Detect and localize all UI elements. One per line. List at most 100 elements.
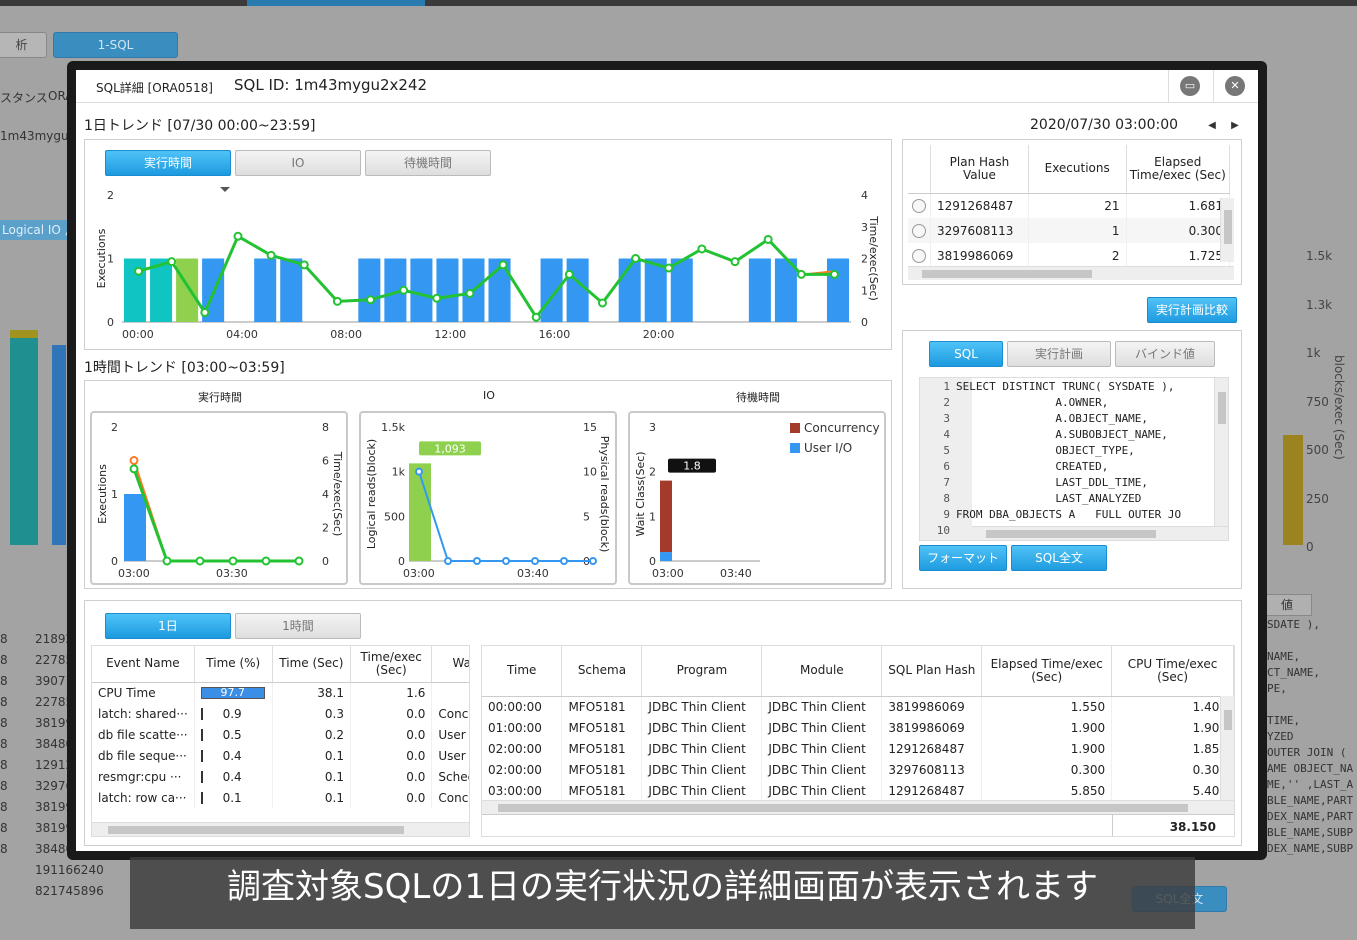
sql-detail-modal: SQL詳細 [ORA0518] SQL ID: 1m43mygu2x242 ▭ … bbox=[67, 61, 1267, 860]
background-tab-sql[interactable]: 1-SQL bbox=[53, 32, 178, 58]
plan-hash-cell: 3297608113 bbox=[881, 759, 983, 780]
y2-tick-label: 8 bbox=[322, 421, 329, 434]
y2-tick-label: 3 bbox=[861, 221, 868, 234]
table-row[interactable]: db file scatte··· 0.5 0.2 0.0 User bbox=[92, 724, 469, 745]
line-point bbox=[697, 244, 707, 254]
line-point bbox=[299, 260, 309, 270]
time-pct-cell: 0.1 bbox=[194, 787, 273, 808]
exec-table-hscroll[interactable] bbox=[482, 800, 1234, 814]
next-arrow-icon[interactable]: ▶ bbox=[1227, 118, 1243, 134]
tab-one-day[interactable]: 1日 bbox=[105, 613, 231, 639]
table-row[interactable]: 02:00:00 MFO5181 JDBC Thin Client JDBC T… bbox=[482, 738, 1234, 759]
x-tick-label: 03:00 bbox=[118, 567, 150, 580]
time-exec-cell: 1.6 bbox=[350, 682, 433, 703]
compare-plans-button[interactable]: 実行計画比較 bbox=[1147, 297, 1237, 323]
line-point bbox=[498, 260, 508, 270]
legend-swatch bbox=[790, 423, 800, 433]
radio-button[interactable] bbox=[908, 218, 931, 243]
table-row[interactable]: 3297608113 1 0.300 bbox=[908, 218, 1230, 243]
exec-table-vscroll[interactable] bbox=[1220, 696, 1234, 800]
sql-code: 1 SELECT DISTINCT TRUNC( SYSDATE ), 2 A.O… bbox=[936, 380, 1182, 537]
table-row[interactable]: latch: row ca··· 0.1 0.1 0.0 Concu bbox=[92, 787, 469, 808]
tab-exec-plan[interactable]: 実行計画 bbox=[1007, 341, 1111, 367]
sql-hscroll[interactable] bbox=[972, 526, 1228, 540]
event-table-hscroll[interactable] bbox=[92, 822, 469, 836]
cpu-cell: 1.400 bbox=[1111, 696, 1234, 717]
hourly-trend-panel: 実行時間 IO 待機時間 0 1 2 0 2 4 6 8 03:00 03:30 Execution… bbox=[84, 380, 892, 589]
cpu-cell: 1.850 bbox=[1111, 738, 1234, 759]
time-pct-cell: 0.4 bbox=[194, 766, 273, 787]
x-tick-label: 03:00 bbox=[403, 567, 435, 580]
background-axis-tick: 1k bbox=[1306, 346, 1321, 360]
table-row[interactable]: 3819986069 2 1.725 bbox=[908, 243, 1230, 268]
format-button[interactable]: フォーマット bbox=[919, 545, 1007, 571]
chart-bar bbox=[410, 258, 433, 322]
table-row[interactable]: 00:00:00 MFO5181 JDBC Thin Client JDBC T… bbox=[482, 696, 1234, 717]
y-tick-label: 1 bbox=[107, 253, 114, 266]
restore-icon[interactable]: ▭ bbox=[1180, 76, 1200, 96]
tab-sql[interactable]: SQL bbox=[929, 341, 1003, 367]
tab-one-hour[interactable]: 1時間 bbox=[235, 613, 361, 639]
elapsed-cell: 0.300 bbox=[1126, 218, 1230, 243]
x-tick-label: 16:00 bbox=[539, 328, 571, 341]
radio-button[interactable] bbox=[908, 243, 931, 268]
tab-exec-time[interactable]: 実行時間 bbox=[105, 150, 231, 176]
modal-body: SQL詳細 [ORA0518] SQL ID: 1m43mygu2x242 ▭ … bbox=[76, 70, 1258, 851]
legend-label: User I/O bbox=[804, 441, 852, 455]
elapsed-cell: 5.850 bbox=[981, 780, 1113, 801]
plan-table-vscroll[interactable] bbox=[1220, 198, 1234, 262]
table-row[interactable]: CPU Time 97.7 38.1 1.6 bbox=[92, 682, 469, 703]
x-tick-label: 04:00 bbox=[226, 328, 258, 341]
table-row[interactable]: latch: shared··· 0.9 0.3 0.0 Concu bbox=[92, 703, 469, 724]
exec-table-container: Time Schema Program Module SQL Plan Hash… bbox=[481, 645, 1235, 837]
table-row[interactable]: db file seque··· 0.4 0.1 0.0 User bbox=[92, 745, 469, 766]
col-wait-class: Wa bbox=[431, 646, 469, 683]
chart-bar-user-io bbox=[660, 552, 672, 561]
prev-arrow-icon[interactable]: ◀ bbox=[1204, 118, 1220, 134]
sql-vscroll[interactable] bbox=[1214, 378, 1228, 526]
col-executions: Executions bbox=[1028, 145, 1127, 194]
y-tick-label: 3 bbox=[649, 421, 656, 434]
y2-tick-label: 2 bbox=[861, 253, 868, 266]
table-row[interactable]: resmgr:cpu ··· 0.4 0.1 0.0 Schec bbox=[92, 766, 469, 787]
time-pct-bar: 97.7 bbox=[200, 687, 265, 700]
time-exec-cell: 0.0 bbox=[350, 787, 433, 808]
col-schema: Schema bbox=[561, 646, 643, 697]
table-row[interactable]: 03:00:00 MFO5181 JDBC Thin Client JDBC T… bbox=[482, 780, 1234, 801]
plan-hash-cell: 1291268487 bbox=[881, 780, 983, 801]
chart-bar-concurrency bbox=[660, 480, 672, 553]
schema-cell: MFO5181 bbox=[561, 696, 643, 717]
line-point bbox=[444, 557, 452, 565]
sql-code-editor[interactable]: 1 SELECT DISTINCT TRUNC( SYSDATE ), 2 A.O… bbox=[919, 377, 1229, 541]
table-row[interactable]: 01:00:00 MFO5181 JDBC Thin Client JDBC T… bbox=[482, 717, 1234, 738]
table-row[interactable]: 02:00:00 MFO5181 JDBC Thin Client JDBC T… bbox=[482, 759, 1234, 780]
line-point bbox=[730, 257, 740, 267]
series-line-green bbox=[138, 234, 835, 320]
y-tick-label: 2 bbox=[107, 189, 114, 202]
sql-full-text-button[interactable]: SQL全文 bbox=[1011, 545, 1107, 571]
background-axis-tick: 1.5k bbox=[1306, 249, 1333, 263]
radio-column-header bbox=[908, 145, 931, 194]
time-sec-cell: 0.3 bbox=[272, 703, 351, 724]
mini-io-chart: 05001k1.5k05101503:00 03:40Logical reads(… bbox=[365, 421, 611, 580]
plan-hash-cell: 1291268487 bbox=[881, 738, 983, 759]
total-elapsed: 38.150 bbox=[1169, 820, 1216, 834]
chart-bar bbox=[280, 258, 303, 322]
table-row[interactable]: 1291268487 21 1.681 bbox=[908, 193, 1230, 218]
plan-table-hscroll[interactable] bbox=[908, 266, 1234, 280]
sql-panel: SQL 実行計画 バインド値 1 SELECT DISTINCT TRUNC( S… bbox=[902, 330, 1242, 589]
close-icon[interactable]: ✕ bbox=[1225, 76, 1245, 96]
background-tab[interactable]: 値 bbox=[1262, 594, 1312, 616]
tab-bind-values[interactable]: バインド値 bbox=[1115, 341, 1215, 367]
header-divider bbox=[1213, 70, 1214, 103]
radio-button[interactable] bbox=[908, 193, 931, 218]
event-name-cell: latch: row ca··· bbox=[92, 787, 195, 808]
elapsed-cell: 1.725 bbox=[1126, 243, 1230, 268]
col-plan-hash: Plan Hash Value bbox=[930, 145, 1029, 194]
background-tab-analysis[interactable]: 析 bbox=[0, 32, 47, 58]
tab-io[interactable]: IO bbox=[235, 150, 361, 176]
col-sql-plan-hash: SQL Plan Hash bbox=[881, 646, 983, 697]
exec-table-footer: 38.150 bbox=[482, 814, 1234, 836]
mini-chart-wait: 0 1 2 3 03:00 03:40 Wait Class(Sec) 1.8 Concurre… bbox=[628, 411, 886, 585]
tab-wait-time[interactable]: 待機時間 bbox=[365, 150, 491, 176]
